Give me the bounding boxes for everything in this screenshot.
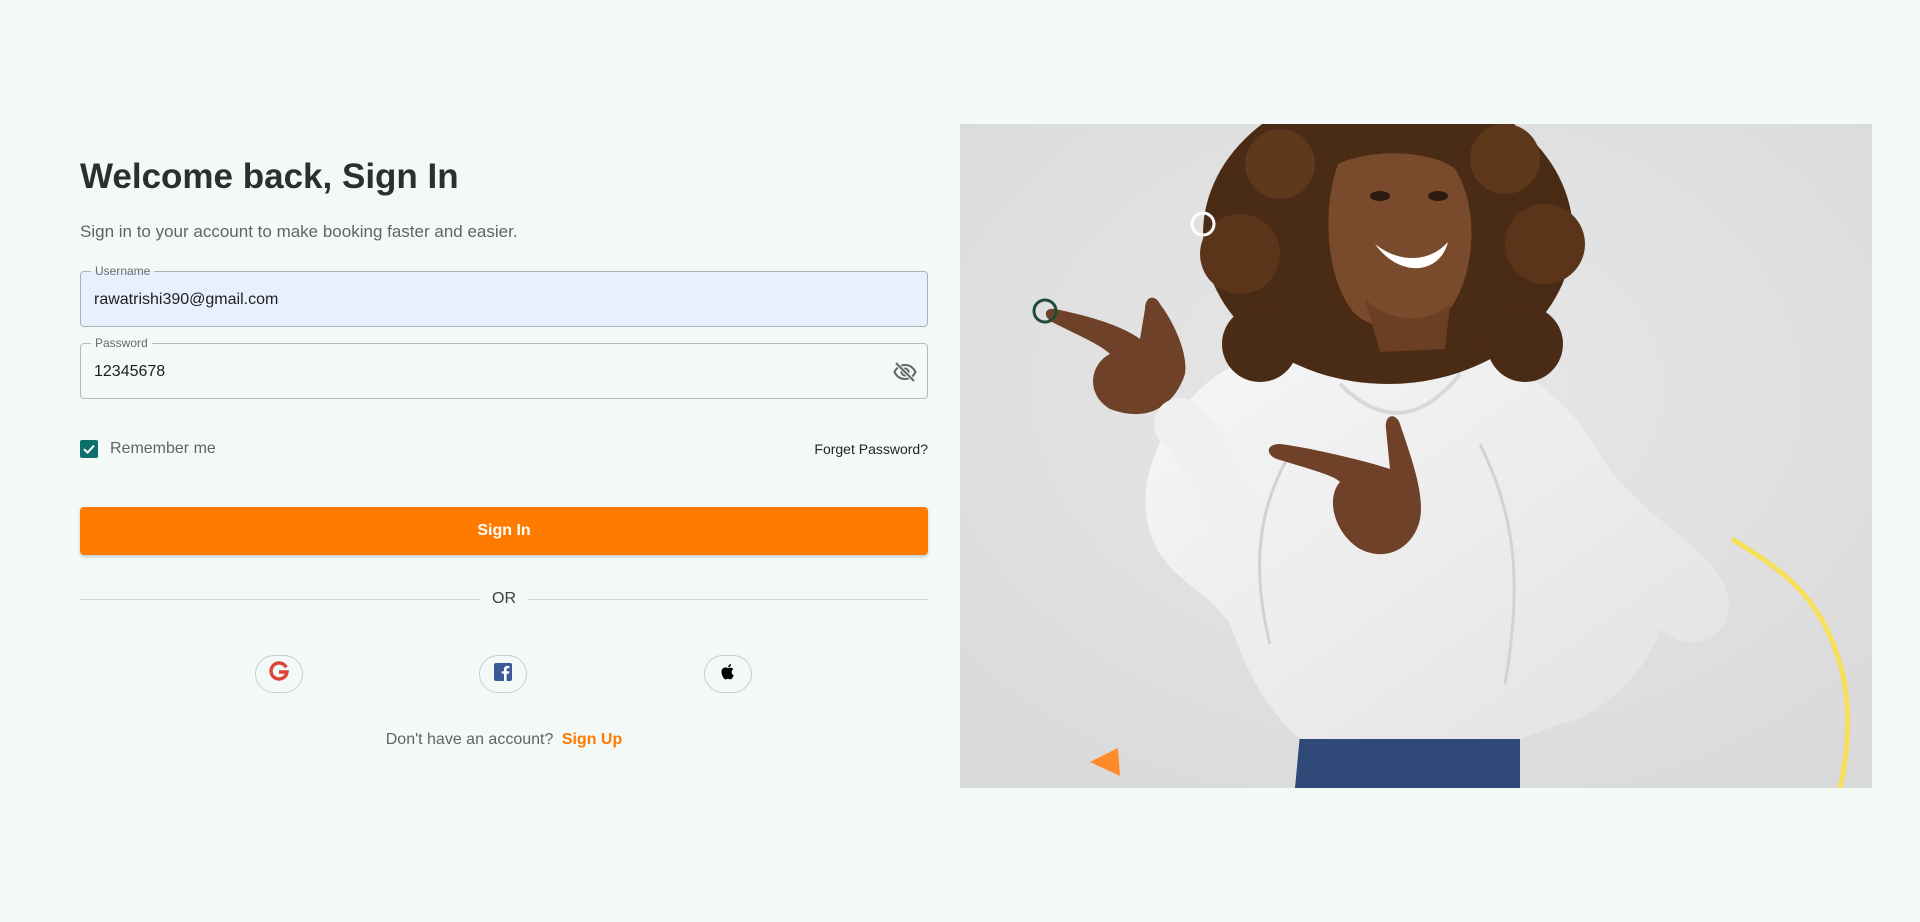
eye-off-icon[interactable] (893, 360, 917, 384)
signin-form: Welcome back, Sign In Sign in to your ac… (80, 150, 928, 749)
jeans-shape (1295, 734, 1520, 788)
hero-image (960, 124, 1872, 788)
remember-me-checkbox[interactable]: Remember me (80, 440, 216, 458)
social-login-buttons (80, 655, 928, 695)
signup-row: Don't have an account? Sign Up (80, 731, 928, 749)
username-label: Username (91, 264, 155, 278)
remember-me-label[interactable]: Remember me (110, 440, 216, 458)
google-login-button[interactable] (255, 655, 303, 693)
hero-illustration (960, 124, 1872, 788)
apple-login-button[interactable] (704, 655, 752, 693)
username-field[interactable]: Username rawatrishi390@gmail.com (80, 264, 928, 327)
sign-in-button[interactable]: Sign In (80, 507, 928, 555)
divider-line-right (528, 599, 928, 600)
username-input[interactable]: rawatrishi390@gmail.com (94, 290, 278, 310)
options-row: Remember me Forget Password? (80, 437, 928, 461)
forgot-password-link[interactable]: Forget Password? (814, 441, 928, 457)
page-title: Welcome back, Sign In (80, 157, 459, 196)
password-label: Password (91, 336, 152, 350)
password-input[interactable]: 12345678 (94, 362, 165, 382)
signin-page: Welcome back, Sign In Sign in to your ac… (0, 0, 1920, 922)
apple-icon (718, 662, 738, 687)
page-subtitle: Sign in to your account to make booking … (80, 222, 518, 241)
password-field[interactable]: Password 12345678 (80, 336, 928, 399)
checkmark-icon[interactable] (80, 440, 98, 458)
facebook-login-button[interactable] (479, 655, 527, 693)
or-divider: OR (80, 589, 928, 609)
facebook-icon (493, 662, 513, 687)
google-icon (268, 660, 290, 688)
signup-prompt: Don't have an account? (385, 731, 554, 748)
sign-up-link[interactable]: Sign Up (562, 731, 622, 748)
